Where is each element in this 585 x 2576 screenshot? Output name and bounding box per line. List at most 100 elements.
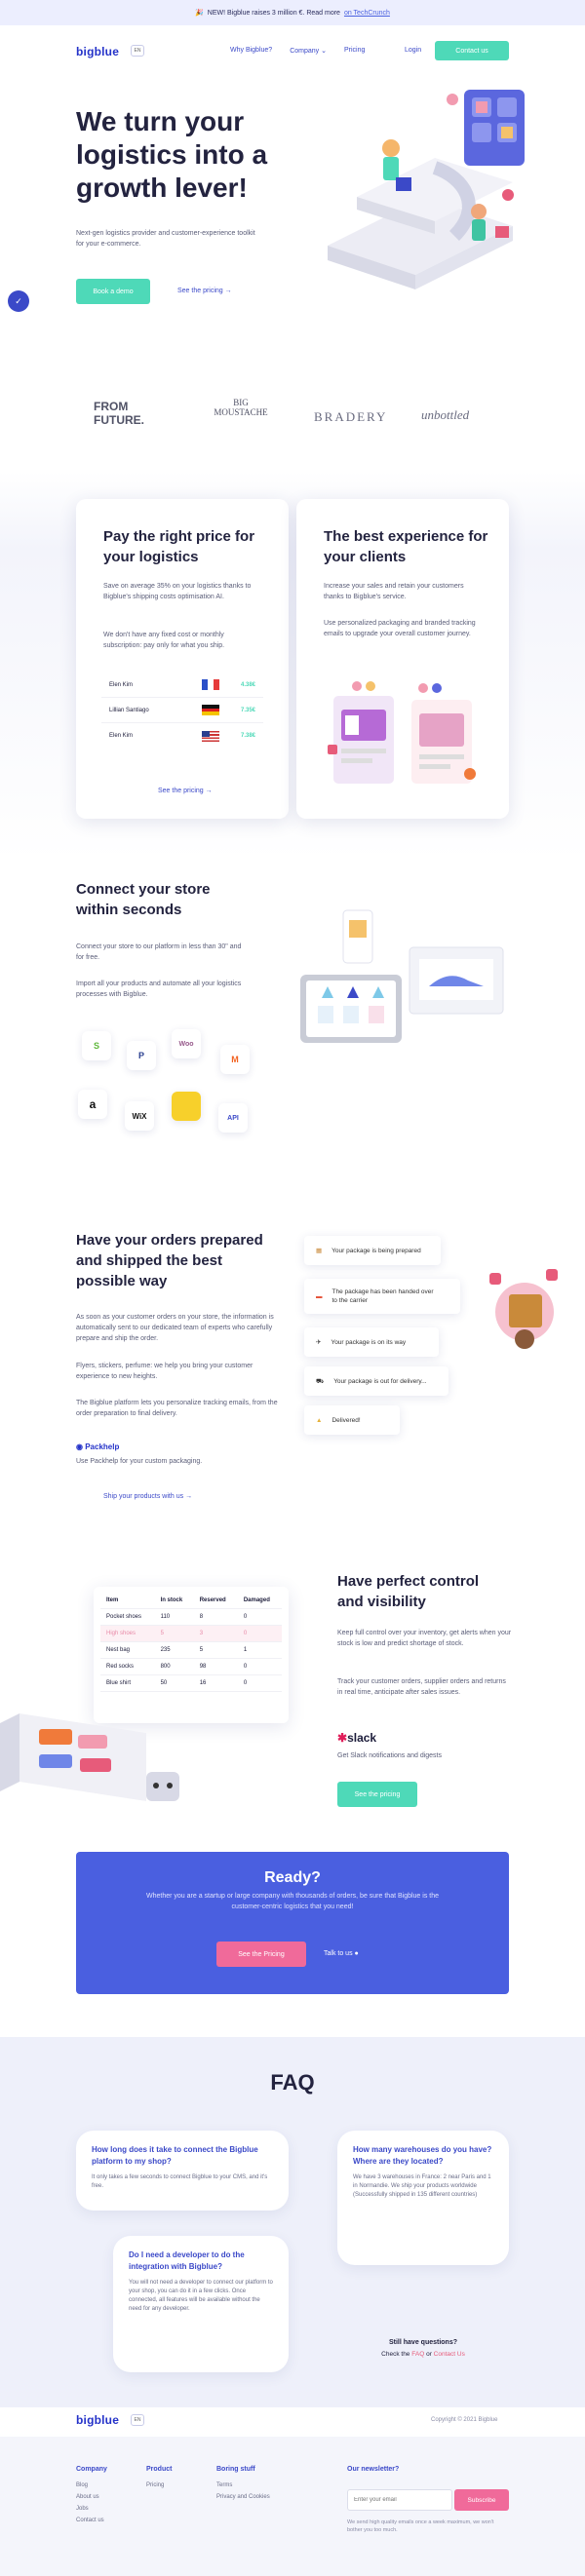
footer-col-company: Company Blog About us Jobs Contact us: [76, 2466, 107, 2529]
tracking-step-label: Your package is out for delivery...: [333, 1377, 427, 1385]
experience-text-2: Use personalized packaging and branded t…: [324, 620, 476, 637]
footer-col-product: Product Pricing: [146, 2466, 172, 2494]
rate-row: Elen Kim 7.38€: [101, 723, 263, 749]
ship-products-link[interactable]: Ship your products with us →: [103, 1493, 192, 1500]
faq-help-text: Check the: [381, 2351, 410, 2358]
experience-text-1: Increase your sales and retain your cust…: [324, 583, 464, 600]
wix-icon: WiX: [125, 1101, 154, 1131]
packhelp-icon: ◉: [76, 1442, 83, 1451]
rate-row: Lillian Santiago 7.35€: [101, 698, 263, 723]
footer-link-jobs[interactable]: Jobs: [76, 2506, 107, 2512]
table-row-low-stock: High shoes 5 3 0: [100, 1625, 282, 1642]
pricing-card-link[interactable]: See the pricing →: [158, 788, 213, 794]
faq-question: How many warehouses do you have? Where a…: [353, 2145, 492, 2166]
slack-text: Get Slack notifications and digests: [337, 1752, 443, 1759]
nav-link-company[interactable]: Company ⌄: [290, 47, 327, 55]
control-title: Have perfect control and visibility: [337, 1573, 480, 1610]
ready-text: Whether you are a startup or large compa…: [146, 1893, 439, 1910]
pricing-text-2: We don't have any fixed cost or monthly …: [103, 632, 225, 649]
hero-pricing-link[interactable]: See the pricing →: [177, 288, 232, 294]
control-pricing-button[interactable]: See the pricing: [337, 1782, 417, 1807]
footer-language-selector[interactable]: EN: [131, 2414, 144, 2426]
table-cell: 3: [193, 1625, 238, 1642]
slack-label: slack: [347, 1731, 377, 1745]
flag-usa-icon: [201, 730, 219, 742]
faq-help-text: or: [426, 2351, 432, 2358]
book-demo-button[interactable]: Book a demo: [76, 279, 150, 304]
table-cell: Nest bag: [100, 1641, 155, 1659]
connect-text-2: Import all your products and automate al…: [76, 980, 242, 998]
rate-price: 7.38€: [240, 733, 255, 739]
contact-button[interactable]: Contact us: [435, 41, 509, 60]
flag-france-icon: [201, 679, 219, 690]
faq-item[interactable]: Do I need a developer to do the integrat…: [113, 2236, 289, 2372]
table-cell: 5: [193, 1641, 238, 1659]
table-cell: High shoes: [100, 1625, 155, 1642]
table-row: Red socks 800 98 0: [100, 1658, 282, 1675]
logo-big-moustache: BIG MOUSTACHE: [214, 398, 268, 417]
table-cell: 16: [193, 1674, 238, 1692]
footer-link-terms[interactable]: Terms: [216, 2482, 270, 2488]
packhelp-text: Use Packhelp for your custom packaging.: [76, 1458, 203, 1465]
contact-us-link[interactable]: Contact Us: [434, 2351, 465, 2358]
connect-title: Connect your store within seconds: [76, 881, 211, 918]
logo-bradery: BRADERY: [314, 409, 388, 424]
tracking-step-label: Your package is on its way: [331, 1338, 407, 1346]
footer-link-contact[interactable]: Contact us: [76, 2518, 107, 2523]
hero-pricing-link-label: See the pricing: [177, 288, 223, 294]
rate-name: Lillian Santiago: [109, 707, 149, 713]
flag-germany-icon: [201, 705, 219, 716]
shipping-rates-list: Elen Kim 4.38€ Lillian Santiago 7.35€ El…: [101, 673, 263, 749]
copyright: Copyright © 2021 Bigblue: [431, 2417, 498, 2423]
table-cell: 5: [154, 1625, 194, 1642]
table-cell: 0: [237, 1608, 282, 1626]
tracking-step-label: Delivered!: [332, 1416, 361, 1424]
tracking-step-label: Your package is being prepared: [332, 1247, 421, 1254]
footer-link-about[interactable]: About us: [76, 2494, 107, 2500]
login-link[interactable]: Login: [405, 47, 421, 54]
table-cell: Red socks: [100, 1658, 155, 1675]
nav-link-company-label: Company: [290, 48, 320, 55]
party-icon: 🎉: [195, 10, 204, 17]
hero-warehouse-illustration: [328, 90, 525, 289]
footer-col-title: Product: [146, 2466, 173, 2473]
faq-item[interactable]: How many warehouses do you have? Where a…: [337, 2131, 509, 2265]
talk-to-us-link[interactable]: Talk to us ●: [324, 1950, 359, 1957]
rate-name: Elen Kim: [109, 733, 134, 739]
faq-item[interactable]: How long does it take to connect the Big…: [76, 2131, 289, 2211]
table-cell: 1: [237, 1641, 282, 1659]
tracking-emails-illustration: [328, 681, 476, 784]
logo[interactable]: bigblue: [76, 45, 119, 58]
footer-newsletter: Our newsletter?: [347, 2466, 399, 2482]
faq-answer: We have 3 warehouses in France: 2 near P…: [353, 2174, 491, 2198]
banner-link[interactable]: on TechCrunch: [344, 10, 390, 17]
newsletter-email-input[interactable]: [347, 2489, 452, 2511]
table-header-row: Item In stock Reserved Damaged: [100, 1593, 282, 1609]
nav-link-why[interactable]: Why Bigblue?: [230, 47, 272, 55]
packhelp-logo: ◉ Packhelp: [76, 1442, 119, 1451]
connect-text-1: Connect your store to our platform in le…: [76, 943, 242, 961]
faq-question: How long does it take to connect the Big…: [92, 2145, 258, 2166]
faq-link[interactable]: FAQ: [411, 2351, 424, 2358]
chat-icon[interactable]: ✓: [8, 290, 29, 312]
footer-link-privacy[interactable]: Privacy and Cookies: [216, 2494, 270, 2500]
announcement-banner: 🎉 NEW! Bigblue raises 3 million €. Read …: [0, 0, 585, 25]
faq-question: Do I need a developer to do the integrat…: [129, 2250, 245, 2271]
slack-icon: ✱: [337, 1731, 348, 1745]
table-cell: Blue shirt: [100, 1674, 155, 1692]
footer-link-blog[interactable]: Blog: [76, 2482, 107, 2488]
prestashop-icon: P: [127, 1041, 156, 1070]
control-text-1: Keep full control over your inventory, g…: [337, 1630, 512, 1647]
language-selector[interactable]: EN: [131, 45, 144, 57]
shopify-icon: S: [82, 1031, 111, 1060]
subscribe-button[interactable]: Subscribe: [454, 2489, 509, 2511]
table-row: Pocket shoes 110 8 0: [100, 1608, 282, 1626]
nav-link-pricing[interactable]: Pricing: [344, 47, 365, 55]
rate-name: Elen Kim: [109, 681, 134, 688]
pricing-text-1: Save on average 35% on your logistics th…: [103, 583, 252, 600]
truck-icon: ▬: [316, 1292, 323, 1300]
ready-pricing-button[interactable]: See the Pricing: [216, 1942, 306, 1967]
footer-link-pricing[interactable]: Pricing: [146, 2482, 172, 2488]
still-questions: Still have questions?: [388, 2339, 457, 2346]
footer-logo[interactable]: bigblue: [76, 2413, 119, 2427]
